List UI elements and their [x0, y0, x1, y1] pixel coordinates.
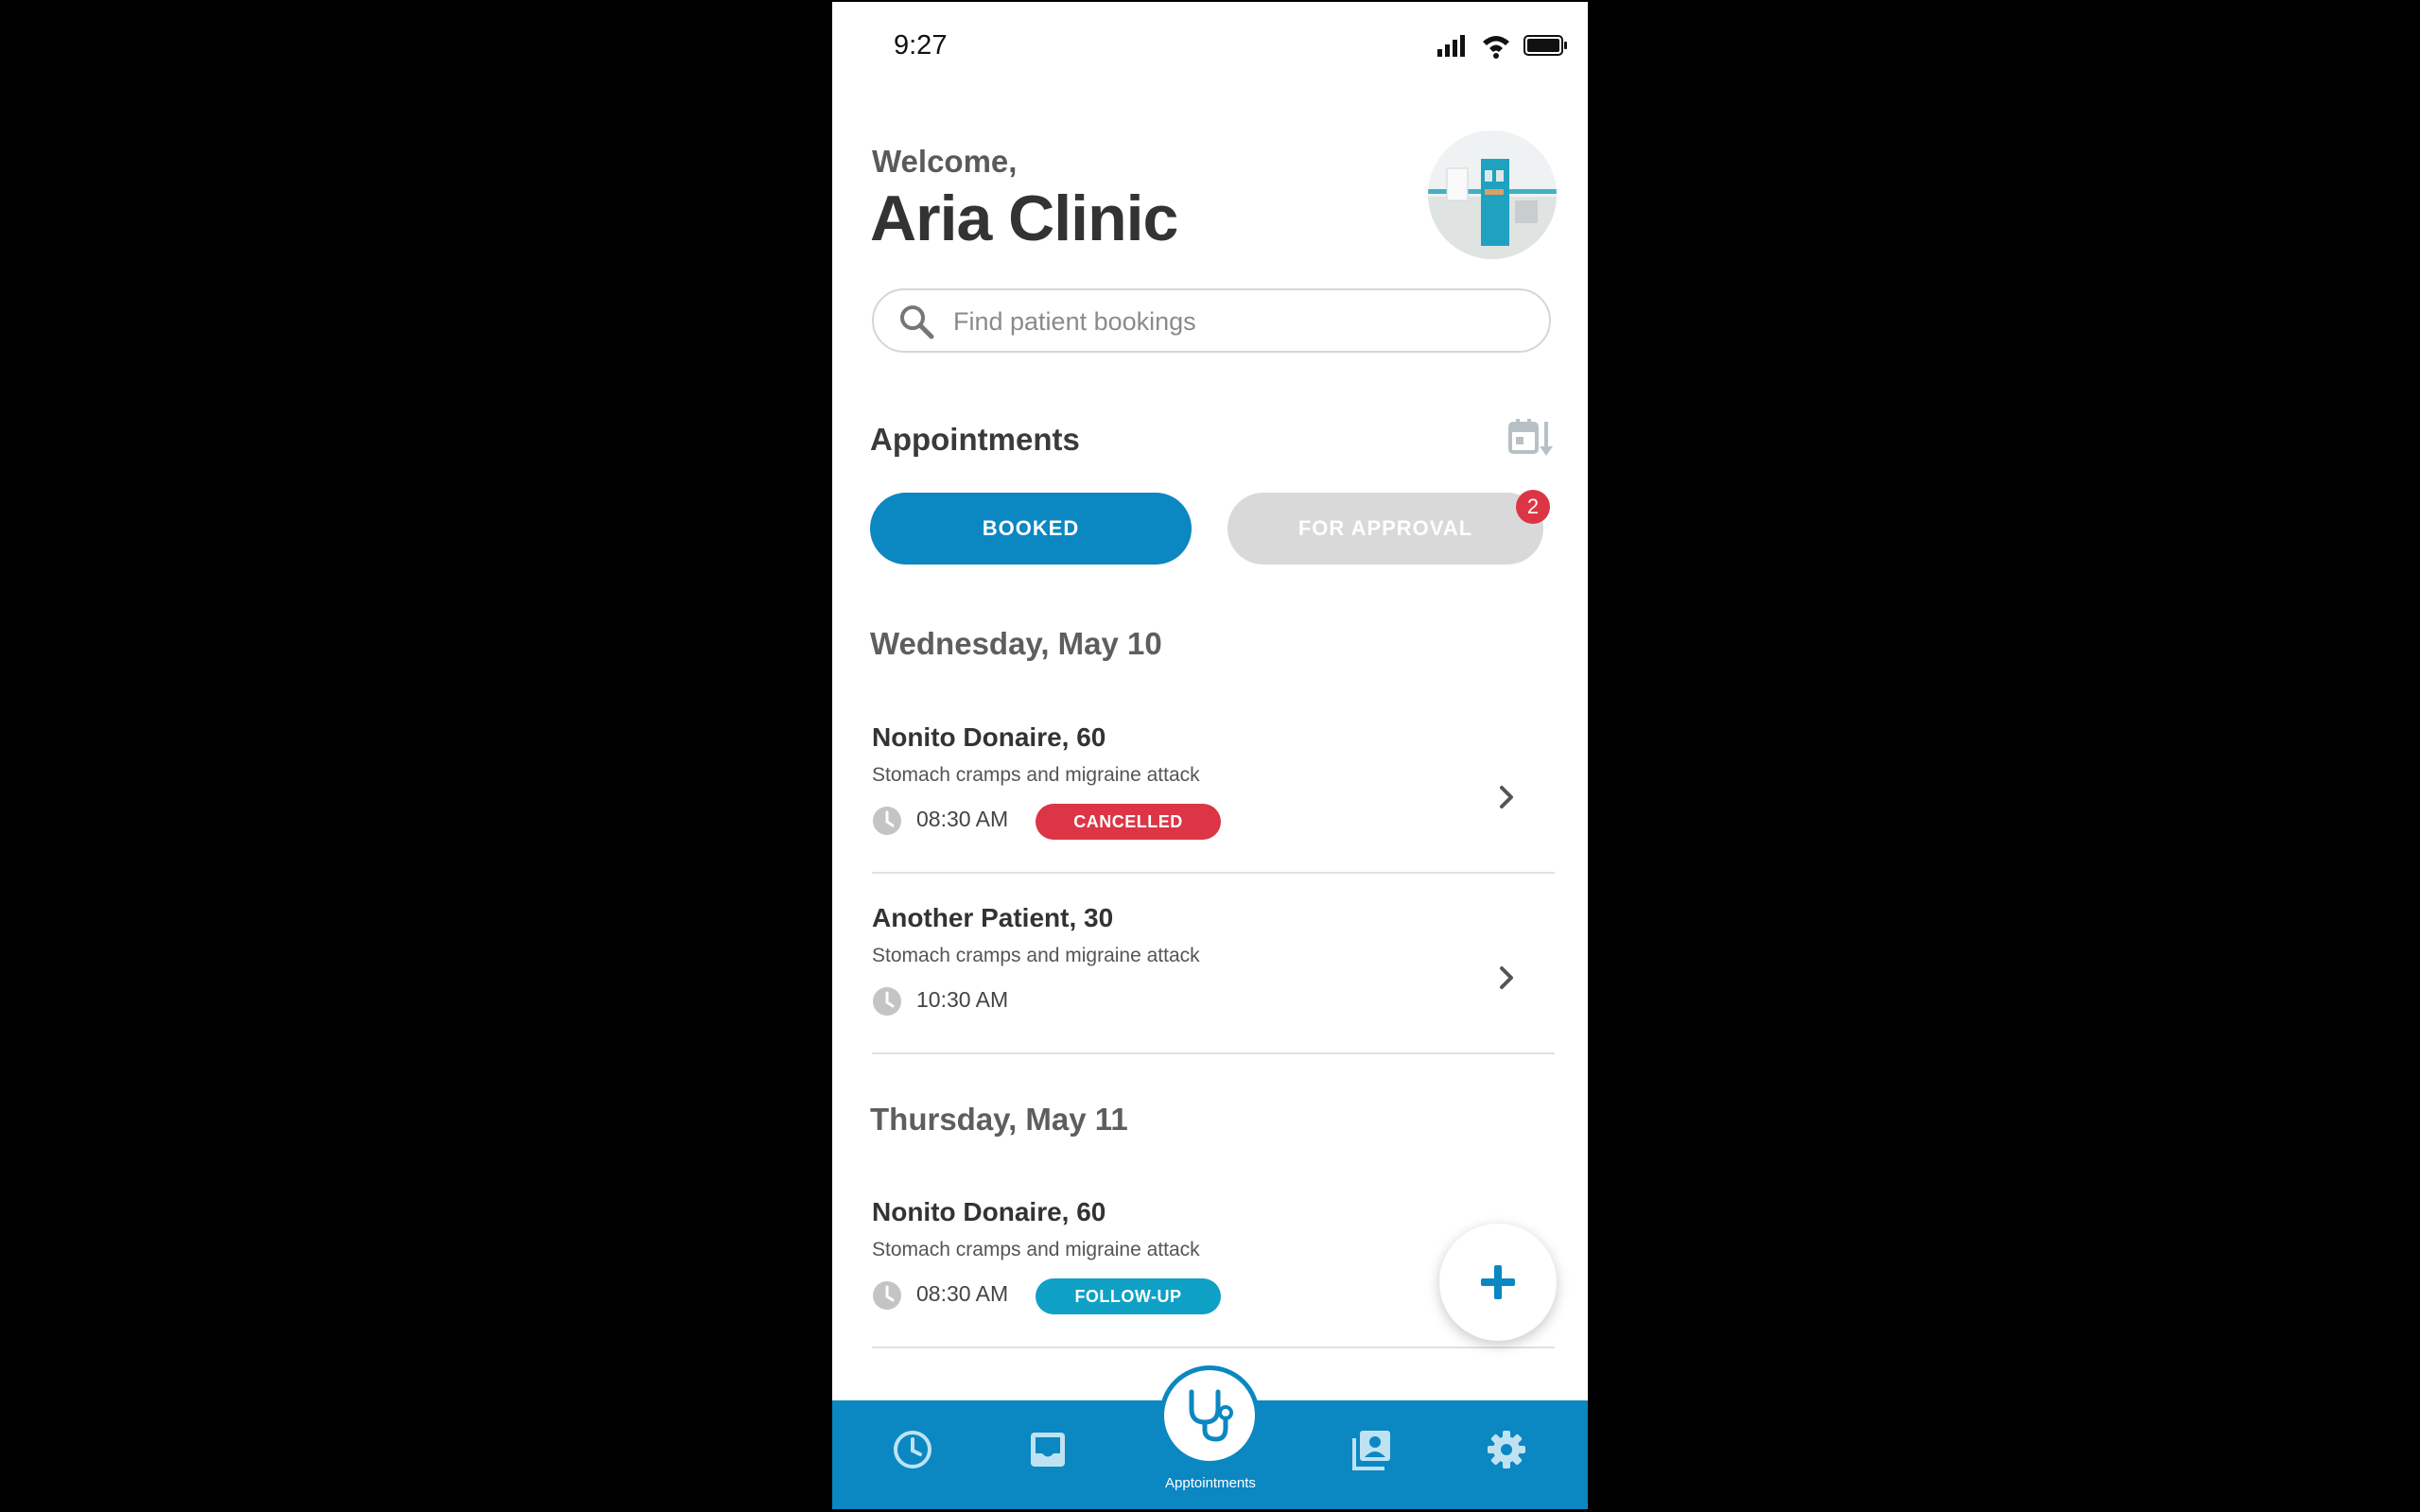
date-heading: Wednesday, May 10: [870, 626, 1162, 661]
clinic-photo-icon: [1428, 130, 1557, 259]
status-badge-follow-up: FOLLOW-UP: [1036, 1278, 1221, 1314]
appointment-reason: Stomach cramps and migraine attack: [872, 945, 1200, 966]
appointment-time: 08:30 AM: [916, 1281, 1009, 1306]
phone-screen: 9:27 Welcome, Aria Clinic Find patient b…: [832, 2, 1588, 1509]
calendar-sort-icon[interactable]: [1508, 418, 1554, 458]
approval-count-badge: 2: [1516, 490, 1550, 524]
search-input[interactable]: [951, 300, 1523, 343]
clock-icon[interactable]: [892, 1429, 933, 1470]
appointment-row[interactable]: Nonito Donaire, 60 Stomach cramps and mi…: [872, 722, 1555, 874]
search-icon: [900, 305, 934, 339]
inbox-icon[interactable]: [1027, 1429, 1069, 1470]
status-icons: [1437, 35, 1567, 59]
gear-icon[interactable]: [1486, 1429, 1527, 1470]
appointment-time: 10:30 AM: [916, 987, 1009, 1012]
patient-name: Nonito Donaire, 60: [872, 1197, 1106, 1226]
contacts-icon[interactable]: [1350, 1429, 1392, 1470]
tab-for-approval[interactable]: FOR APPROVAL: [1227, 493, 1543, 565]
clinic-name: Aria Clinic: [870, 182, 1178, 254]
chevron-right-icon[interactable]: [1494, 783, 1519, 811]
patient-name: Nonito Donaire, 60: [872, 722, 1106, 752]
welcome-text: Welcome,: [872, 144, 1018, 179]
signal-icon: [1437, 35, 1465, 57]
plus-icon: [1481, 1265, 1515, 1299]
wifi-icon: [1483, 36, 1509, 59]
patient-name: Another Patient, 30: [872, 903, 1114, 932]
appointments-heading: Appointments: [870, 422, 1080, 457]
status-badge-cancelled: CANCELLED: [1036, 804, 1221, 840]
appointment-time: 08:30 AM: [916, 807, 1009, 831]
appointment-row[interactable]: Another Patient, 30 Stomach cramps and m…: [872, 903, 1555, 1054]
appointment-reason: Stomach cramps and migraine attack: [872, 764, 1200, 786]
nav-appointments-button[interactable]: [1159, 1365, 1260, 1466]
status-time: 9:27: [894, 30, 948, 61]
battery-icon: [1523, 35, 1567, 56]
stethoscope-icon: [1189, 1389, 1233, 1442]
avatar[interactable]: [1428, 130, 1557, 259]
date-heading: Thursday, May 11: [870, 1102, 1128, 1137]
search-bar[interactable]: [872, 288, 1551, 353]
appointment-reason: Stomach cramps and migraine attack: [872, 1239, 1200, 1260]
tab-booked[interactable]: BOOKED: [870, 493, 1192, 565]
add-appointment-button[interactable]: [1439, 1224, 1557, 1341]
clock-icon: [873, 807, 901, 835]
nav-appointments-label: Apptointments: [1165, 1475, 1256, 1491]
clock-icon: [873, 1281, 901, 1310]
chevron-right-icon[interactable]: [1494, 964, 1519, 992]
clock-icon: [873, 987, 901, 1016]
